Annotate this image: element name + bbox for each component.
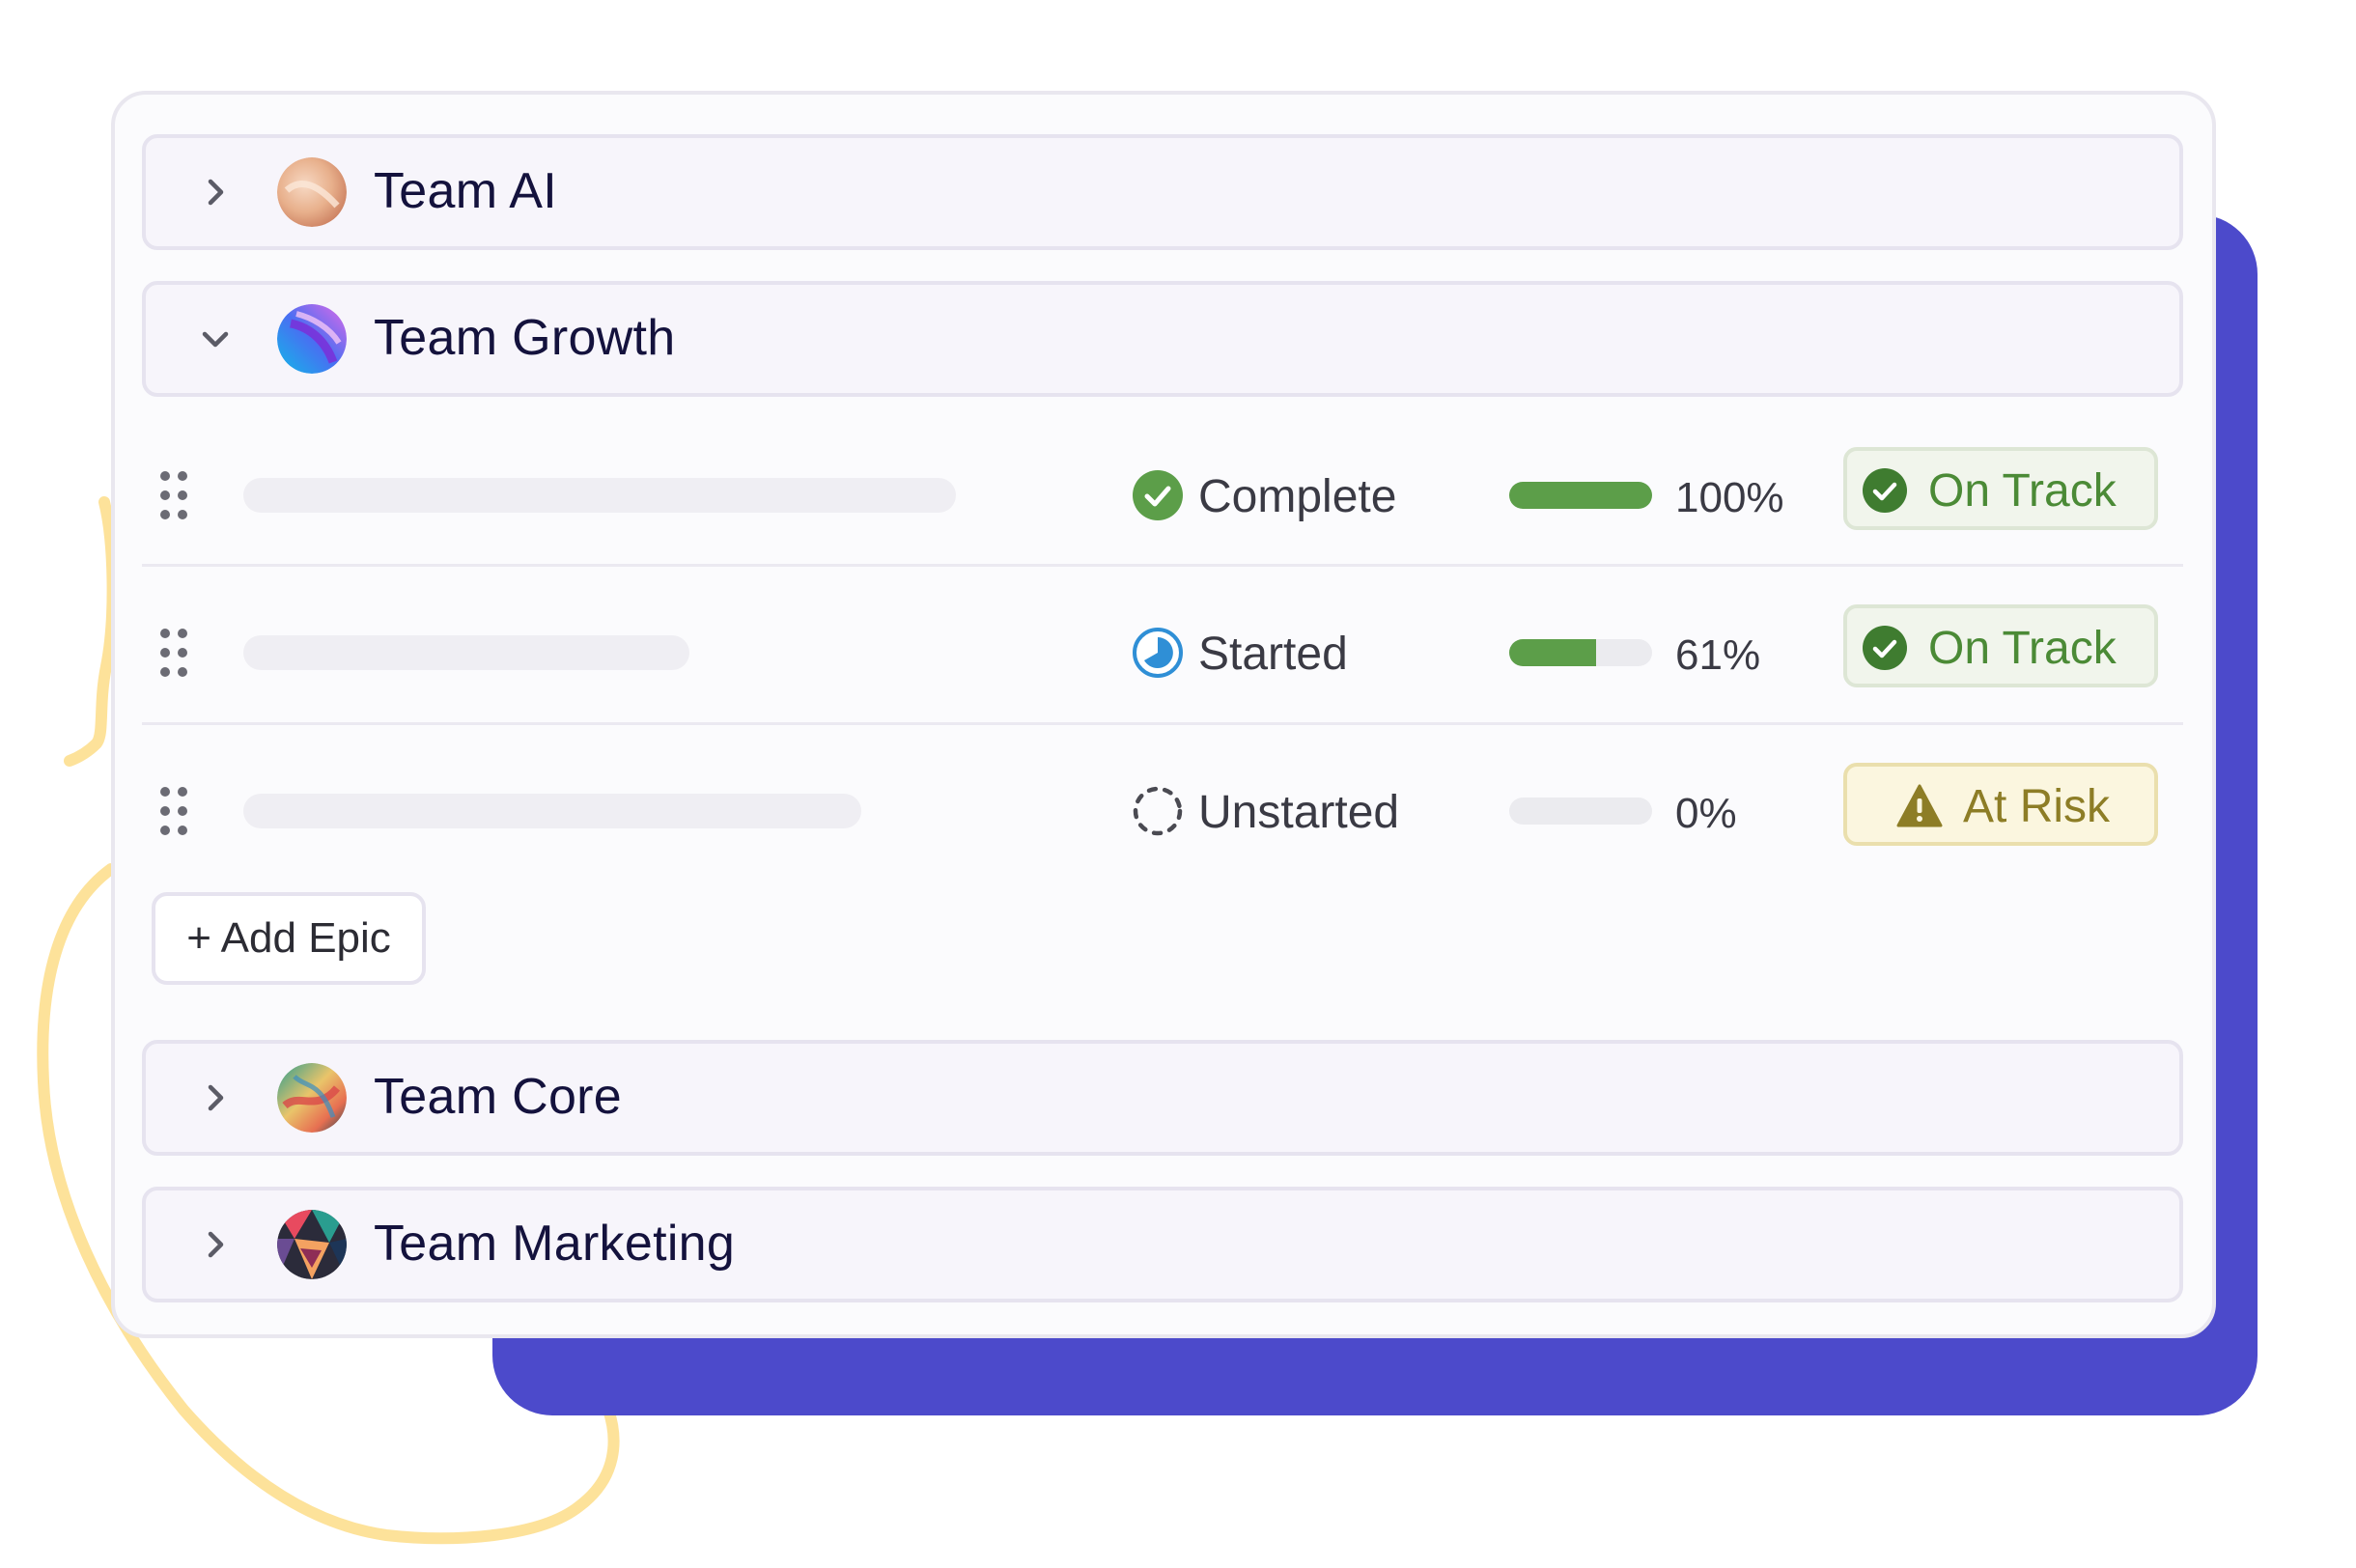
health-badge[interactable]: At Risk [1843,763,2158,846]
epic-row[interactable]: Complete 100% On Track [142,408,2183,566]
team-row-ai[interactable]: Team AI [142,134,2183,250]
progress-bar [1509,482,1652,509]
add-epic-button[interactable]: + Add Epic [152,892,426,985]
team-name: Team Growth [374,310,676,366]
team-row-growth[interactable]: Team Growth [142,281,2183,397]
epic-title-placeholder [243,794,861,828]
progress-percent: 61% [1675,631,1761,679]
team-name: Team Core [374,1069,623,1125]
dashed-circle-icon [1133,786,1183,836]
team-ai-avatar [277,157,347,227]
health-badge[interactable]: On Track [1843,604,2158,687]
progress-bar [1509,639,1652,666]
drag-handle-icon[interactable] [159,628,190,678]
team-name: Team AI [374,163,557,219]
progress-fill [1509,482,1652,509]
epic-row[interactable]: Started 61% On Track [142,566,2183,723]
team-name: Team Marketing [374,1216,736,1272]
epic-title-placeholder [243,635,689,670]
health-label: On Track [1928,465,2117,517]
health-label: At Risk [1963,781,2111,832]
status-label: Started [1198,629,1348,680]
progress-percent: 0% [1675,790,1737,837]
check-circle-icon [1863,626,1907,670]
warning-triangle-icon [1896,784,1943,827]
health-badge[interactable]: On Track [1843,447,2158,530]
status-label: Complete [1198,471,1397,522]
team-row-marketing[interactable]: Team Marketing [142,1187,2183,1302]
team-growth-avatar [277,304,347,374]
check-circle-icon [1133,470,1183,520]
drag-handle-icon[interactable] [159,470,190,520]
chevron-right-icon[interactable] [196,173,235,211]
drag-handle-icon[interactable] [159,786,190,836]
progress-bar [1509,798,1652,825]
progress-percent: 100% [1675,474,1784,521]
chevron-right-icon[interactable] [196,1225,235,1264]
check-circle-icon [1863,468,1907,513]
chevron-down-icon[interactable] [196,320,235,358]
health-label: On Track [1928,623,2117,674]
progress-fill [1509,639,1597,666]
partial-clock-icon [1133,628,1183,678]
status-label: Unstarted [1198,787,1400,838]
epic-row[interactable]: Unstarted 0% At Risk [142,724,2183,882]
epic-title-placeholder [243,478,956,513]
chevron-right-icon[interactable] [196,1078,235,1117]
team-row-core[interactable]: Team Core [142,1040,2183,1156]
team-core-avatar [277,1063,347,1133]
team-marketing-avatar [277,1210,347,1279]
